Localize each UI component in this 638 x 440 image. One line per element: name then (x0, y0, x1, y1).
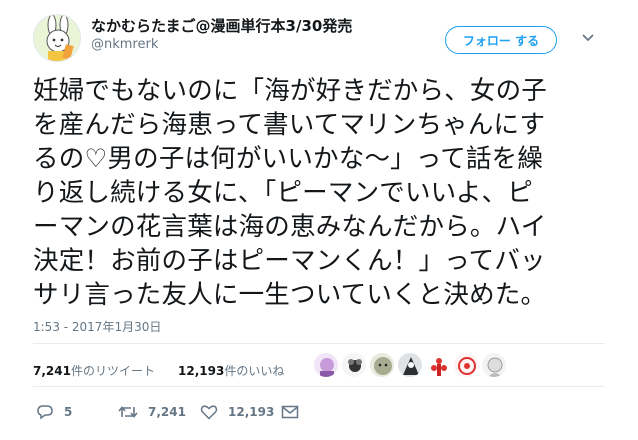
like-stat[interactable]: 12,193件のいいね (178, 362, 284, 379)
like-stat-count: 12,193 (178, 364, 225, 378)
follow-button[interactable]: フォロー する (445, 26, 557, 54)
liker-avatar[interactable] (341, 352, 367, 378)
chevron-down-icon[interactable] (581, 33, 595, 43)
reply-button[interactable]: 5 (36, 404, 72, 420)
author-display-name[interactable]: なかむらたまご@漫画単行本3/30発売 (91, 15, 352, 36)
rabbit-avatar-icon (34, 15, 80, 61)
liker-avatar[interactable] (397, 352, 423, 378)
retweet-stat-count: 7,241 (33, 364, 71, 378)
like-button[interactable]: 12,193 (200, 404, 274, 420)
retweet-stat[interactable]: 7,241件のリツイート (33, 362, 155, 379)
tweet-text: 妊婦でもないのに「海が好きだから、女の子 を産んだら海恵って書いてマリンちゃんに… (33, 76, 548, 310)
retweet-stat-label: 件のリツイート (70, 364, 155, 378)
liker-avatars (313, 352, 507, 380)
retweet-count: 7,241 (148, 405, 186, 419)
liker-avatar[interactable] (453, 352, 479, 378)
divider (33, 386, 605, 387)
reply-count: 5 (64, 405, 73, 419)
like-stat-label: 件のいいね (224, 364, 285, 378)
reply-icon (37, 405, 53, 420)
divider (33, 343, 605, 344)
direct-message-button[interactable] (281, 404, 299, 420)
tweet-card: なかむらたまご@漫画単行本3/30発売 @nkmrerk フォロー する 妊婦で… (0, 0, 638, 440)
heart-icon (200, 405, 218, 420)
retweet-icon (118, 406, 138, 418)
liker-avatar[interactable] (481, 352, 507, 378)
follow-button-label: フォロー する (462, 33, 540, 48)
liker-avatar[interactable] (313, 352, 339, 378)
liker-avatar[interactable] (425, 352, 451, 378)
tweet-timestamp[interactable]: 1:53 - 2017年1月30日 (33, 318, 161, 335)
retweet-button[interactable]: 7,241 (118, 404, 186, 420)
envelope-icon (281, 405, 299, 419)
liker-avatar[interactable] (369, 352, 395, 378)
like-count: 12,193 (228, 405, 275, 419)
author-handle[interactable]: @nkmrerk (91, 37, 158, 52)
author-avatar[interactable] (33, 14, 81, 62)
